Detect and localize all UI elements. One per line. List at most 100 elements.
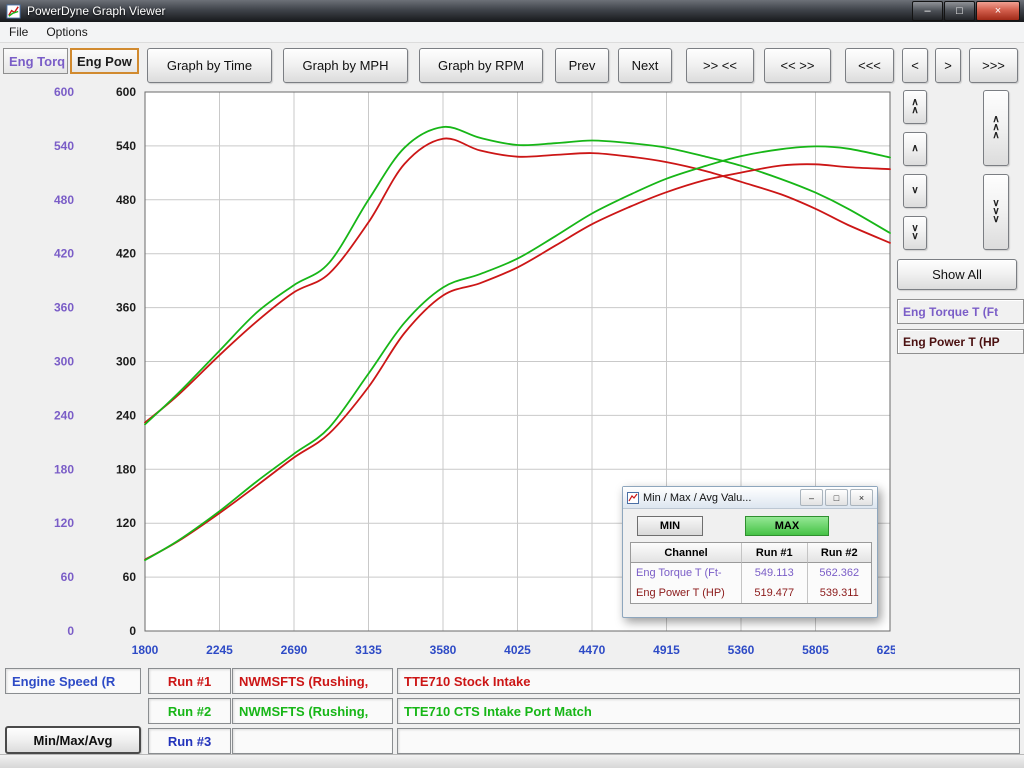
- app-icon: [6, 4, 21, 19]
- minmax-avg-window: Min / Max / Avg Valu... – □ × MIN MAX Ch…: [622, 486, 878, 618]
- svg-text:2690: 2690: [281, 643, 308, 657]
- axis-scroll-down-button[interactable]: ∨: [903, 174, 927, 208]
- svg-text:540: 540: [116, 139, 136, 153]
- graph-by-rpm-button[interactable]: Graph by RPM: [419, 48, 543, 83]
- svg-text:120: 120: [116, 516, 136, 530]
- legend-eng-torque[interactable]: Eng Torque T (Ft: [897, 299, 1024, 324]
- next-button[interactable]: Next: [618, 48, 672, 83]
- svg-text:4025: 4025: [504, 643, 531, 657]
- table-row-torque: Eng Torque T (Ft- 549.113 562.362: [631, 563, 871, 583]
- svg-text:5360: 5360: [728, 643, 755, 657]
- minmax-table: Channel Run #1 Run #2 Eng Torque T (Ft- …: [630, 542, 872, 604]
- run3-operator-field[interactable]: [232, 728, 393, 754]
- svg-text:0: 0: [129, 624, 136, 638]
- tab-eng-power[interactable]: Eng Pow: [70, 48, 139, 74]
- run1-label[interactable]: Run #1: [148, 668, 231, 694]
- svg-text:480: 480: [54, 193, 74, 207]
- axis-zoom-in-y-button[interactable]: ∧ ∧ ∧: [983, 90, 1009, 166]
- svg-text:60: 60: [123, 570, 137, 584]
- run1-description-field[interactable]: TTE710 Stock Intake: [397, 668, 1020, 694]
- axis-zoom-out-y-button[interactable]: ∨ ∨ ∨: [983, 174, 1009, 250]
- menu-options[interactable]: Options: [37, 22, 96, 42]
- svg-text:300: 300: [54, 355, 74, 369]
- pan-left-button[interactable]: <: [902, 48, 928, 83]
- status-bar: [0, 754, 1024, 768]
- chevron-up-icon: ∧: [992, 132, 999, 140]
- zoom-out-x-button[interactable]: << >>: [764, 48, 831, 83]
- minmax-avg-button[interactable]: Min/Max/Avg: [5, 726, 141, 754]
- chevron-down-icon: ∨: [992, 216, 999, 224]
- legend-eng-power[interactable]: Eng Power T (HP: [897, 329, 1024, 354]
- pan-right-fast-button[interactable]: >>>: [969, 48, 1018, 83]
- column-header-channel[interactable]: Channel: [631, 543, 742, 563]
- svg-text:120: 120: [54, 516, 74, 530]
- run1-operator-field[interactable]: NWMSFTS (Rushing,: [232, 668, 393, 694]
- chevron-up-icon: ∧: [911, 145, 918, 153]
- window-title: PowerDyne Graph Viewer: [27, 4, 166, 18]
- table-row-power: Eng Power T (HP) 519.477 539.311: [631, 583, 871, 603]
- minmax-window-title: Min / Max / Avg Valu...: [643, 492, 798, 504]
- channel-name: Eng Power T (HP): [631, 583, 742, 603]
- minmax-window-titlebar[interactable]: Min / Max / Avg Valu... – □ ×: [623, 487, 877, 509]
- menu-bar: File Options: [0, 22, 1024, 43]
- max-button[interactable]: MAX: [745, 516, 829, 536]
- graph-by-mph-button[interactable]: Graph by MPH: [283, 48, 408, 83]
- run2-operator-field[interactable]: NWMSFTS (Rushing,: [232, 698, 393, 724]
- svg-text:1800: 1800: [132, 643, 159, 657]
- run3-label[interactable]: Run #3: [148, 728, 231, 754]
- axis-scroll-up-fast-button[interactable]: ∧ ∧: [903, 90, 927, 124]
- chevron-down-icon: ∨: [911, 233, 918, 241]
- run2-label[interactable]: Run #2: [148, 698, 231, 724]
- min-button[interactable]: MIN: [637, 516, 703, 536]
- graph-by-time-button[interactable]: Graph by Time: [147, 48, 272, 83]
- minimize-icon[interactable]: –: [800, 489, 823, 506]
- x-channel-selector[interactable]: Engine Speed (R: [5, 668, 141, 694]
- restore-icon[interactable]: □: [825, 489, 848, 506]
- svg-text:540: 540: [54, 139, 74, 153]
- axis-scroll-down-fast-button[interactable]: ∨ ∨: [903, 216, 927, 250]
- power-max-run2: 539.311: [808, 583, 871, 603]
- maximize-button[interactable]: □: [944, 1, 975, 21]
- table-header-row: Channel Run #1 Run #2: [631, 543, 871, 563]
- svg-text:360: 360: [116, 301, 136, 315]
- svg-text:4470: 4470: [579, 643, 606, 657]
- svg-text:600: 600: [54, 85, 74, 99]
- minimize-button[interactable]: –: [912, 1, 943, 21]
- torque-max-run2: 562.362: [808, 563, 871, 583]
- column-header-run2[interactable]: Run #2: [808, 543, 871, 563]
- prev-button[interactable]: Prev: [555, 48, 609, 83]
- channel-name: Eng Torque T (Ft-: [631, 563, 742, 583]
- svg-text:3135: 3135: [355, 643, 382, 657]
- svg-text:6250: 6250: [877, 643, 895, 657]
- close-icon[interactable]: ×: [850, 489, 873, 506]
- show-all-button[interactable]: Show All: [897, 259, 1017, 290]
- menu-file[interactable]: File: [0, 22, 37, 42]
- svg-text:180: 180: [54, 462, 74, 476]
- minmax-window-icon: [627, 492, 639, 504]
- svg-text:360: 360: [54, 301, 74, 315]
- axis-scroll-up-button[interactable]: ∧: [903, 132, 927, 166]
- chevron-up-icon: ∧: [911, 107, 918, 115]
- minimize-icon: –: [924, 6, 930, 17]
- column-header-run1[interactable]: Run #1: [742, 543, 807, 563]
- title-bar[interactable]: PowerDyne Graph Viewer – □ ×: [0, 0, 1024, 22]
- torque-max-run1: 549.113: [742, 563, 807, 583]
- svg-text:420: 420: [116, 247, 136, 261]
- power-max-run1: 519.477: [742, 583, 807, 603]
- zoom-in-x-button[interactable]: >> <<: [686, 48, 754, 83]
- svg-text:240: 240: [116, 408, 136, 422]
- pan-left-fast-button[interactable]: <<<: [845, 48, 894, 83]
- close-button[interactable]: ×: [976, 1, 1020, 21]
- svg-text:420: 420: [54, 247, 74, 261]
- run2-description-field[interactable]: TTE710 CTS Intake Port Match: [397, 698, 1020, 724]
- pan-right-button[interactable]: >: [935, 48, 961, 83]
- svg-text:240: 240: [54, 408, 74, 422]
- tab-eng-torque[interactable]: Eng Torq: [3, 48, 68, 74]
- svg-text:4915: 4915: [653, 643, 680, 657]
- svg-text:3580: 3580: [430, 643, 457, 657]
- svg-text:600: 600: [116, 85, 136, 99]
- svg-text:180: 180: [116, 462, 136, 476]
- run3-description-field[interactable]: [397, 728, 1020, 754]
- close-icon: ×: [995, 6, 1001, 17]
- svg-text:300: 300: [116, 355, 136, 369]
